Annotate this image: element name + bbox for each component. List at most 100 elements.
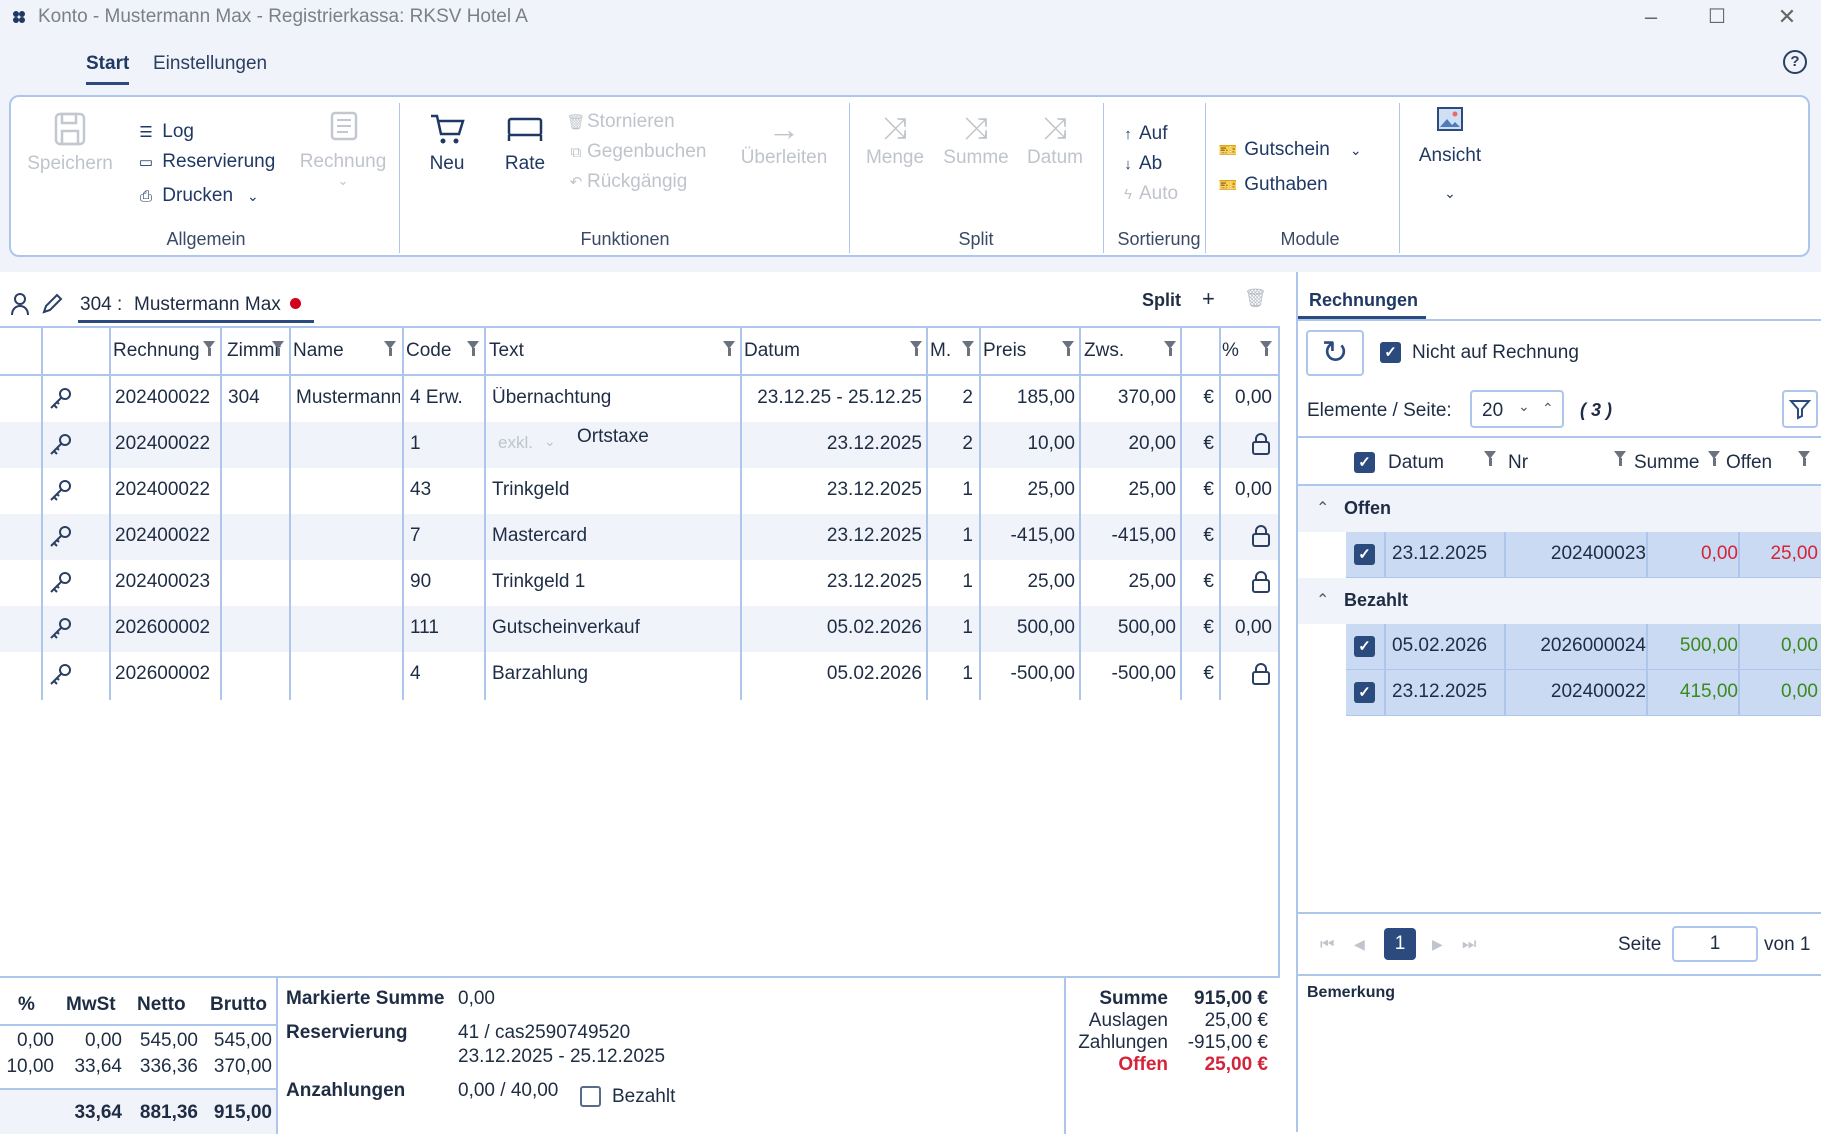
filter-icon[interactable]	[1614, 451, 1626, 466]
maximize-button[interactable]: ☐	[1702, 4, 1732, 29]
trash-icon[interactable]: 🗑	[1244, 288, 1267, 309]
row-checkbox[interactable]: ✓	[1354, 636, 1375, 657]
filter-icon[interactable]	[1062, 341, 1074, 356]
page-input[interactable]: 1	[1672, 926, 1758, 962]
invoice-row[interactable]: ✓ 05.02.2026 2026000024 500,00 0,00	[1346, 624, 1821, 670]
col-pct[interactable]: %	[1222, 340, 1239, 362]
help-icon[interactable]: ?	[1783, 50, 1807, 74]
reservation-button[interactable]: ▭ Reservierung	[135, 151, 275, 173]
split-quantity-button[interactable]: ⤨ Menge	[855, 111, 935, 169]
split-sum-button[interactable]: ⤨ Summe	[936, 111, 1016, 169]
group-header[interactable]: ⌃ Bezahlt	[1298, 578, 1821, 624]
per-page-stepper[interactable]: 20 ⌄ ⌃	[1470, 390, 1564, 428]
filter-icon[interactable]	[1164, 341, 1176, 356]
row-checkbox[interactable]: ✓	[1354, 544, 1375, 565]
filter-icon[interactable]	[910, 341, 922, 356]
table-row[interactable]: 202600002 4 05.02.2026 1 -500,00 -500,00 € Barz…	[0, 652, 1280, 698]
chevron-down-icon[interactable]: ⌄	[544, 433, 556, 450]
inv-col-summe[interactable]: Summe	[1634, 452, 1699, 474]
inv-col-datum[interactable]: Datum	[1388, 452, 1444, 474]
chevron-up-icon[interactable]: ⌃	[1316, 498, 1329, 518]
chevron-down-icon[interactable]: ⌄	[1518, 398, 1530, 415]
filter-icon[interactable]	[723, 341, 735, 356]
log-button[interactable]: ☰ Log	[135, 121, 194, 143]
minimize-button[interactable]: –	[1636, 4, 1666, 30]
col-code[interactable]: Code	[406, 340, 451, 362]
new-button[interactable]: Neu	[415, 111, 479, 175]
sort-up-button[interactable]: ↑ Auf	[1117, 123, 1167, 145]
save-button[interactable]: Speichern	[25, 111, 115, 175]
invoice-row[interactable]: ✓ 23.12.2025 202400023 0,00 25,00	[1346, 532, 1821, 578]
col-m[interactable]: M.	[930, 340, 951, 362]
undo-button[interactable]: ↶ Rückgängig	[565, 171, 688, 193]
sort-down-button[interactable]: ↓ Ab	[1117, 153, 1162, 175]
paid-checkbox[interactable]	[580, 1086, 601, 1107]
col-rechnung[interactable]: Rechnung	[113, 340, 200, 362]
split-date-button[interactable]: ⤨ Datum	[1015, 111, 1095, 169]
table-row[interactable]: 202400023 90 23.12.2025 1 25,00 25,00 € Trinkge…	[0, 560, 1280, 606]
refresh-icon[interactable]: ↻	[1306, 330, 1364, 376]
last-page-icon[interactable]: ⏭	[1462, 936, 1476, 954]
key-icon[interactable]	[48, 478, 74, 504]
customer-tab[interactable]: 304 : Mustermann Max Split + 🗑	[0, 272, 1296, 326]
invoice-row[interactable]: ✓ 23.12.2025 202400022 415,00 0,00	[1346, 670, 1821, 716]
cancel-button[interactable]: 🗑Stornieren	[565, 111, 674, 133]
voucher-button[interactable]: 🎫 Gutschein ⌄	[1217, 139, 1362, 161]
rebook-button[interactable]: ⧉ Gegenbuchen	[565, 141, 707, 163]
filter-icon[interactable]	[467, 341, 479, 356]
row-checkbox[interactable]: ✓	[1354, 682, 1375, 703]
key-icon[interactable]	[48, 432, 74, 458]
tax-mode-select[interactable]: exkl.	[498, 433, 533, 453]
pencil-icon[interactable]	[40, 292, 64, 316]
key-icon[interactable]	[48, 524, 74, 550]
invoice-button[interactable]: Rechnung ⌄	[293, 109, 393, 189]
view-button[interactable]: Ansicht ⌄	[1405, 105, 1495, 202]
reservation-value[interactable]: 41 / cas2590749520	[458, 1022, 630, 1044]
prev-page-icon[interactable]: ◀	[1354, 936, 1365, 953]
tab-rechnungen[interactable]: Rechnungen	[1309, 290, 1418, 311]
key-icon[interactable]	[48, 616, 74, 642]
table-row[interactable]: 202600002 111 05.02.2026 1 500,00 500,00 € Guts…	[0, 606, 1280, 652]
col-name[interactable]: Name	[293, 340, 344, 362]
chevron-up-icon[interactable]: ⌃	[1542, 400, 1554, 417]
close-button[interactable]: ✕	[1772, 4, 1802, 30]
filter-icon[interactable]	[203, 341, 215, 356]
not-on-invoice-checkbox[interactable]: ✓	[1380, 342, 1401, 363]
tab-einstellungen[interactable]: Einstellungen	[153, 53, 267, 75]
sort-auto-button[interactable]: ϟ Auto	[1117, 183, 1178, 205]
next-page-icon[interactable]: ▶	[1432, 936, 1443, 953]
chevron-up-icon[interactable]: ⌃	[1316, 590, 1329, 610]
filter-icon[interactable]	[1798, 451, 1810, 466]
filter-icon[interactable]	[1708, 451, 1720, 466]
group-header[interactable]: ⌃ Offen	[1298, 486, 1821, 532]
col-datum[interactable]: Datum	[744, 340, 800, 362]
key-icon[interactable]	[48, 386, 74, 412]
page-1-button[interactable]: 1	[1384, 928, 1416, 960]
add-icon[interactable]: +	[1202, 286, 1215, 312]
filter-icon[interactable]	[962, 341, 974, 356]
key-icon[interactable]	[48, 570, 74, 596]
filter-button[interactable]	[1782, 390, 1818, 428]
filter-icon[interactable]	[384, 341, 396, 356]
select-all-checkbox[interactable]: ✓	[1354, 452, 1375, 473]
credit-button[interactable]: 🎫 Guthaben	[1217, 174, 1328, 196]
key-icon[interactable]	[48, 662, 74, 688]
table-row[interactable]: 202400022 43 23.12.2025 1 25,00 25,00 € Trinkge…	[0, 468, 1280, 514]
tab-start[interactable]: Start	[86, 53, 130, 85]
first-page-icon[interactable]: ⏮	[1320, 936, 1334, 954]
inv-col-nr[interactable]: Nr	[1508, 452, 1528, 474]
col-preis[interactable]: Preis	[983, 340, 1026, 362]
table-row[interactable]: 202400022 1 23.12.2025 2 10,00 20,00 € exkl. ⌄ Or…	[0, 422, 1280, 468]
table-row[interactable]: 202400022 7 23.12.2025 1 -415,00 -415,00 € Mast…	[0, 514, 1280, 560]
transfer-button[interactable]: → Überleiten	[729, 111, 839, 169]
filter-icon[interactable]	[1484, 451, 1496, 466]
filter-icon[interactable]	[1260, 341, 1272, 356]
col-zws[interactable]: Zws.	[1084, 340, 1124, 362]
split-button[interactable]: Split	[1142, 290, 1181, 311]
col-text[interactable]: Text	[489, 340, 524, 362]
table-row[interactable]: 202400022 304 Mustermann 4 Erw. 23.12.25 - 2…	[0, 376, 1280, 422]
rate-button[interactable]: Rate	[493, 111, 557, 175]
inv-col-offen[interactable]: Offen	[1726, 452, 1772, 474]
filter-icon[interactable]	[272, 341, 284, 356]
print-button[interactable]: ⎙ Drucken ⌄	[135, 185, 259, 207]
